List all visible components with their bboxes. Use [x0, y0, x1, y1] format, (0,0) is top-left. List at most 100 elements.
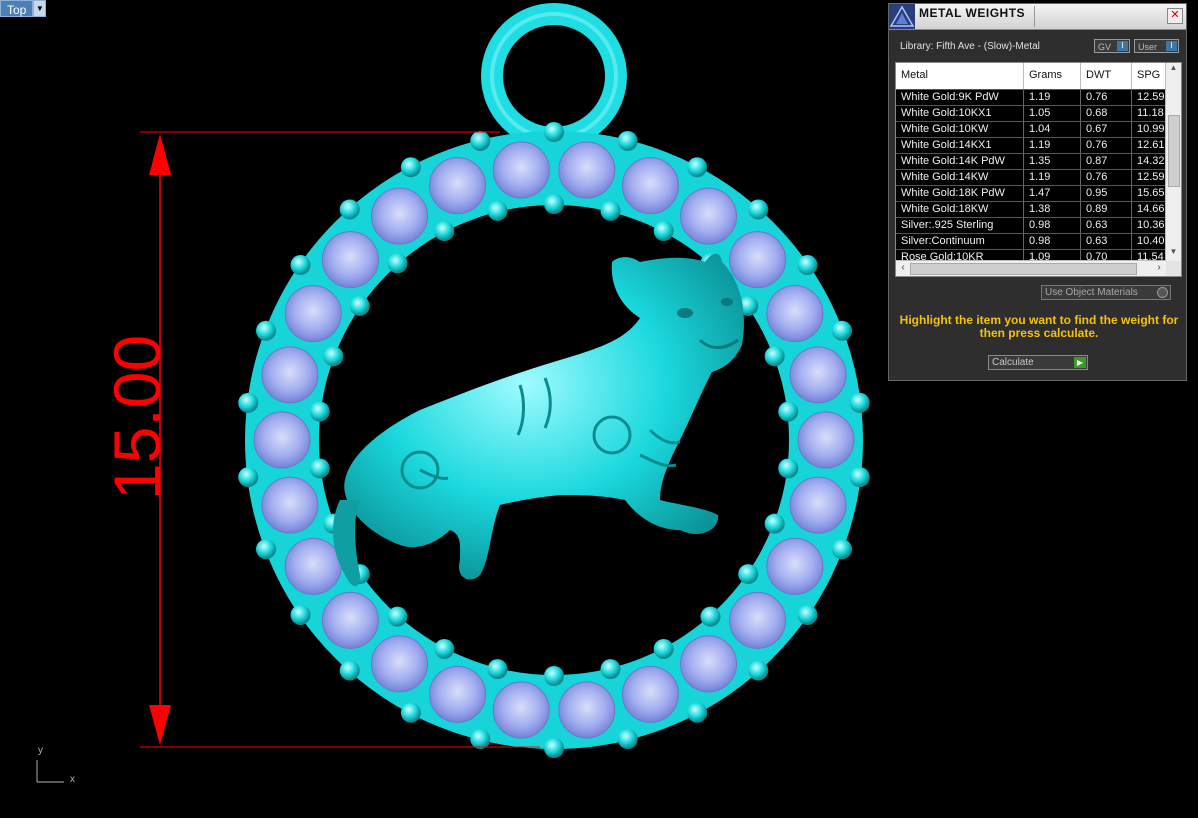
scroll-left-icon[interactable]: ‹: [896, 261, 910, 276]
table-cell: 10.40: [1132, 234, 1166, 249]
prong-bead: [600, 200, 621, 221]
table-row[interactable]: Silver:.925 Sterling 0.98 0.63 10.36: [896, 217, 1166, 233]
play-icon: ▶: [1074, 357, 1086, 368]
gem-stone: [429, 665, 487, 723]
prong-bead: [470, 729, 491, 750]
metals-table[interactable]: Metal Grams DWT SPG White Gold:9K PdW 1.1…: [895, 62, 1182, 277]
gem-stone: [797, 411, 855, 469]
gem-stone: [766, 285, 824, 343]
table-cell: Silver:Continuum: [896, 234, 1024, 249]
prong-bead: [434, 638, 455, 659]
viewport-title[interactable]: Top ▼: [0, 0, 47, 17]
instruction-text: Highlight the item you want to find the …: [899, 313, 1179, 340]
panel-header[interactable]: METAL WEIGHTS ✕: [889, 4, 1186, 30]
table-cell: 0.67: [1081, 122, 1132, 137]
use-object-materials-toggle[interactable]: Use Object Materials: [1041, 285, 1171, 300]
gem-stone: [429, 157, 487, 215]
close-icon[interactable]: ✕: [1167, 8, 1183, 24]
prong-bead: [238, 392, 259, 413]
table-row[interactable]: White Gold:14KW 1.19 0.76 12.59: [896, 169, 1166, 185]
user-button[interactable]: User I: [1134, 39, 1179, 53]
column-header-dwt[interactable]: DWT: [1081, 63, 1132, 89]
column-header-grams[interactable]: Grams: [1024, 63, 1081, 89]
table-cell: 11.18: [1132, 106, 1166, 121]
table-cell: White Gold:9K PdW: [896, 90, 1024, 105]
gem-stone: [284, 285, 342, 343]
table-cell: White Gold:10KX1: [896, 106, 1024, 121]
prong-bead: [387, 253, 408, 274]
prong-bead: [653, 638, 674, 659]
table-cell: White Gold:14K PdW: [896, 154, 1024, 169]
column-header-spg[interactable]: SPG: [1132, 63, 1166, 89]
prong-bead: [544, 666, 564, 686]
app-logo-icon: [889, 4, 915, 29]
scroll-down-icon[interactable]: ▼: [1166, 247, 1181, 261]
gv-button[interactable]: GV I: [1094, 39, 1130, 53]
table-cell: 10.99: [1132, 122, 1166, 137]
table-cell: 0.76: [1081, 90, 1132, 105]
gem-stone: [321, 591, 379, 649]
user-button-label: User: [1138, 42, 1158, 52]
prong-bead: [738, 564, 759, 585]
prong-bead: [797, 255, 818, 276]
viewport-menu-chevron-icon[interactable]: ▼: [33, 0, 47, 17]
horizontal-scrollbar[interactable]: ‹ ›: [896, 260, 1166, 276]
table-cell: White Gold:18K PdW: [896, 186, 1024, 201]
table-cell: 0.87: [1081, 154, 1132, 169]
prong-bead: [487, 200, 508, 221]
gem-stone: [253, 411, 311, 469]
user-toggle-icon: I: [1166, 41, 1177, 51]
gem-stone: [370, 635, 428, 693]
cat-figure: [333, 253, 744, 587]
table-row[interactable]: White Gold:14K PdW 1.35 0.87 14.32: [896, 153, 1166, 169]
table-row[interactable]: Silver:Continuum 0.98 0.63 10.40: [896, 233, 1166, 249]
table-cell: 1.04: [1024, 122, 1081, 137]
table-cell: 1.19: [1024, 138, 1081, 153]
table-row[interactable]: White Gold:14KX1 1.19 0.76 12.61: [896, 137, 1166, 153]
scroll-up-icon[interactable]: ▲: [1166, 63, 1181, 77]
gem-stone: [370, 187, 428, 245]
prong-bead: [748, 660, 769, 681]
metal-weights-panel: METAL WEIGHTS ✕ Library: Fifth Ave - (Sl…: [888, 3, 1187, 381]
prong-bead: [600, 659, 621, 680]
prong-bead: [400, 702, 421, 723]
gem-stone: [284, 537, 342, 595]
table-row[interactable]: White Gold:9K PdW 1.19 0.76 12.59: [896, 89, 1166, 105]
gem-stone: [492, 141, 550, 199]
table-cell: 1.19: [1024, 90, 1081, 105]
prong-bead: [309, 401, 330, 422]
gem-stone: [621, 665, 679, 723]
prong-bead: [339, 660, 360, 681]
gv-button-label: GV: [1098, 42, 1112, 52]
gv-toggle-icon: I: [1117, 41, 1128, 51]
prong-bead: [617, 130, 638, 151]
table-cell: 14.66: [1132, 202, 1166, 217]
calculate-button[interactable]: Calculate ▶: [988, 355, 1088, 370]
scroll-right-icon[interactable]: ›: [1152, 261, 1166, 276]
horizontal-scroll-thumb[interactable]: [910, 263, 1137, 275]
prong-bead: [700, 606, 721, 627]
table-cell: Silver:.925 Sterling: [896, 218, 1024, 233]
vertical-scroll-thumb[interactable]: [1168, 115, 1180, 187]
prong-bead: [309, 458, 330, 479]
table-row[interactable]: White Gold:10KX1 1.05 0.68 11.18: [896, 105, 1166, 121]
table-cell: White Gold:18KW: [896, 202, 1024, 217]
vertical-scrollbar[interactable]: ▲ ▼: [1165, 63, 1181, 261]
table-cell: 0.76: [1081, 170, 1132, 185]
gem-stone: [729, 231, 787, 289]
viewport-name[interactable]: Top: [0, 0, 34, 17]
table-cell: 0.98: [1024, 218, 1081, 233]
table-row[interactable]: White Gold:10KW 1.04 0.67 10.99: [896, 121, 1166, 137]
table-row[interactable]: White Gold:18KW 1.38 0.89 14.66: [896, 201, 1166, 217]
prong-bead: [238, 467, 259, 488]
table-cell: 0.63: [1081, 218, 1132, 233]
axis-y-label: y: [38, 745, 43, 756]
prong-bead: [323, 346, 344, 367]
prong-bead: [831, 320, 852, 341]
column-header-metal[interactable]: Metal: [896, 63, 1024, 89]
gem-stone: [321, 231, 379, 289]
table-body: White Gold:9K PdW 1.19 0.76 12.59 White Gold…: [896, 89, 1166, 265]
calculate-label: Calculate: [992, 357, 1034, 368]
table-cell: 0.63: [1081, 234, 1132, 249]
table-row[interactable]: White Gold:18K PdW 1.47 0.95 15.65: [896, 185, 1166, 201]
